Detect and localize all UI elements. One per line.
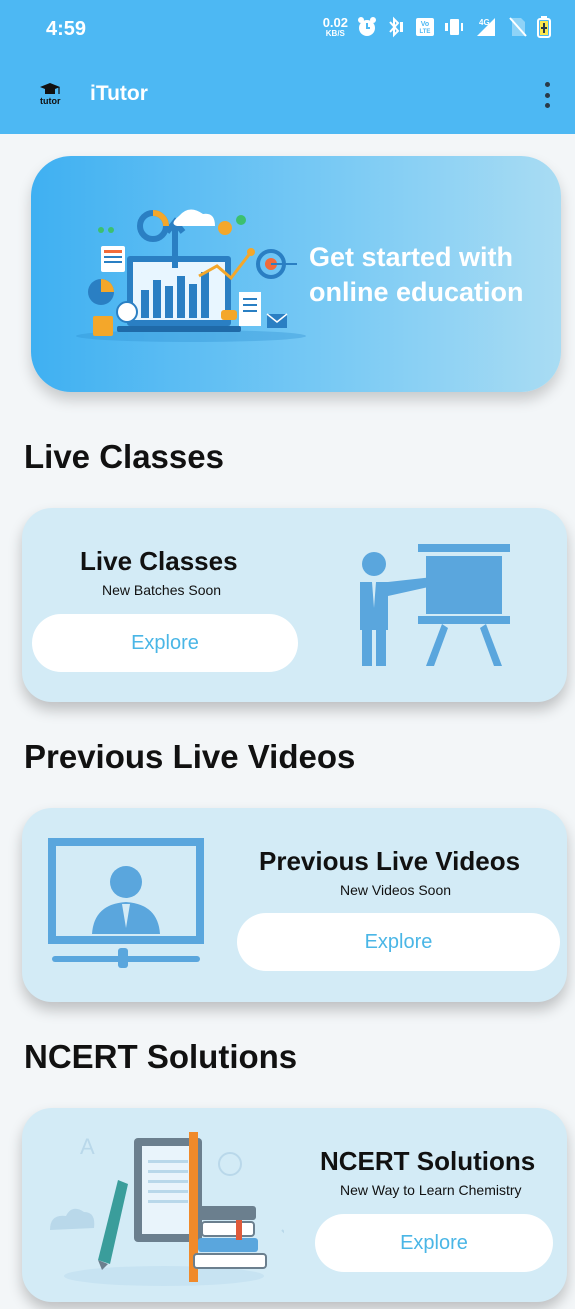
no-sim-icon [509,17,527,37]
analytics-illustration [76,209,306,342]
overflow-menu-icon[interactable] [537,80,557,110]
card-subtitle: New Batches Soon [102,582,222,598]
status-icons: 0.02 KB/S Vo LTE 4G [323,16,551,38]
explore-button[interactable]: Explore [32,614,298,672]
status-time: 4:59 [46,18,87,40]
battery-icon [537,16,551,38]
app-title: iTutor [90,82,148,105]
network-speed: 0.02 KB/S [322,14,348,38]
previous-live-videos-card[interactable]: Previous Live Videos New Videos Soon Exp… [22,808,567,1002]
hero-headline: Get started with online education [309,242,524,307]
svg-text:LTE: LTE [420,29,431,35]
alarm-icon [358,17,376,36]
svg-text:tutor: tutor [40,96,61,106]
teacher-board-icon [360,544,510,666]
card-title: NCERT Solutions [320,1146,536,1176]
video-monitor-icon [48,838,204,968]
svg-text:4G: 4G [479,18,490,27]
ncert-solutions-card[interactable]: A NCERT Solutions New Way to Learn Chemi… [22,1108,567,1302]
svg-text:Vo: Vo [421,21,429,28]
card-title: Previous Live Videos [259,846,521,876]
svg-text:A: A [80,1134,95,1159]
card-subtitle: New Videos Soon [340,882,452,898]
card-subtitle: New Way to Learn Chemistry [340,1182,522,1198]
explore-button[interactable]: Explore [237,913,560,971]
books-tablet-icon: A [50,1132,284,1286]
bluetooth-vibrate-icon [389,16,403,38]
vibrate-icon [445,19,463,35]
live-classes-card[interactable]: Live Classes New Batches Soon Explore [22,508,567,702]
volte-icon: VoLTE [416,18,434,36]
card-title: Live Classes [80,546,238,576]
signal-icon: 4G [477,18,495,36]
section-heading-ncert-solutions: NCERT Solutions [24,1038,298,1075]
itutor-logo: tutor [40,83,61,106]
hero-banner[interactable]: Get started with online education [31,156,561,392]
section-heading-live-classes: Live Classes [24,438,224,475]
app-bar: tutor iTutor [0,58,575,134]
status-bar: 4:59 0.02 KB/S Vo LTE 4G [0,0,575,58]
section-heading-previous-live-videos: Previous Live Videos [24,738,356,775]
explore-button[interactable]: Explore [315,1214,553,1272]
